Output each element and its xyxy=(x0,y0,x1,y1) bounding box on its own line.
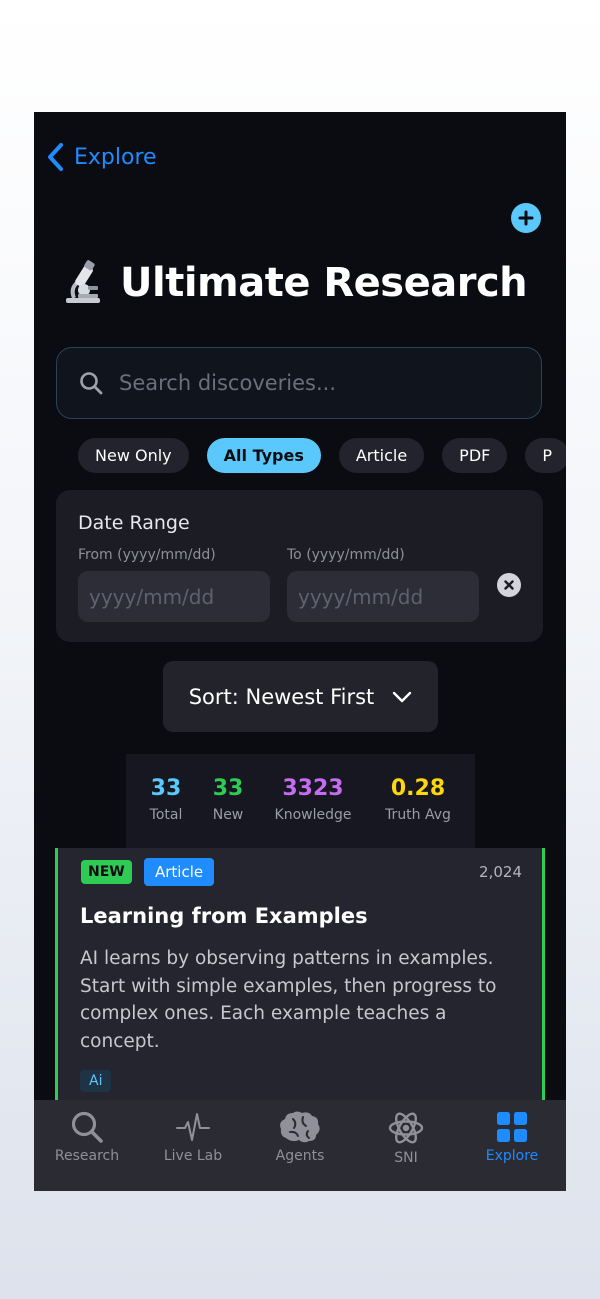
from-date-input[interactable] xyxy=(78,571,270,622)
filter-chip-partial[interactable]: P xyxy=(525,438,566,473)
filter-chips: New Only All Types Article PDF P xyxy=(78,438,566,474)
stat-new-value: 33 xyxy=(212,776,244,801)
tab-explore-label: Explore xyxy=(485,1148,539,1164)
plus-icon xyxy=(518,210,534,226)
stat-knowledge-label: Knowledge xyxy=(274,807,352,823)
tab-bar: Research Live Lab Agents SNI Explore xyxy=(34,1100,566,1191)
card-title: Learning from Examples xyxy=(80,904,368,928)
tab-live-lab-label: Live Lab xyxy=(163,1148,223,1164)
filter-chip-article[interactable]: Article xyxy=(338,438,425,473)
back-label: Explore xyxy=(74,144,157,170)
tab-research[interactable]: Research xyxy=(37,1110,137,1164)
stat-total-value: 33 xyxy=(150,776,182,801)
sort-dropdown[interactable]: Sort: Newest First xyxy=(163,661,438,732)
card-tag: Ai xyxy=(80,1070,112,1092)
app-screen: Explore Ultimate Research New Only All T… xyxy=(34,112,566,1191)
filter-chip-new-only[interactable]: New Only xyxy=(78,438,189,473)
chevron-down-icon xyxy=(393,691,412,702)
stat-total-label: Total xyxy=(149,807,183,823)
grid-icon xyxy=(497,1112,527,1142)
search-input[interactable] xyxy=(117,370,521,396)
microscope-icon xyxy=(66,260,100,303)
tab-research-label: Research xyxy=(54,1148,120,1164)
stat-truth-avg-label: Truth Avg xyxy=(385,807,451,823)
add-button[interactable] xyxy=(511,203,541,233)
new-badge: NEW xyxy=(81,860,132,884)
stat-knowledge: 3323 Knowledge xyxy=(275,776,352,823)
tab-agents-label: Agents xyxy=(275,1148,325,1164)
stat-truth-avg-value: 0.28 xyxy=(390,776,446,801)
stat-new: 33 New xyxy=(213,776,244,823)
type-badge: Article xyxy=(144,858,215,886)
tab-agents[interactable]: Agents xyxy=(250,1110,350,1164)
from-date-label: From (yyyy/mm/dd) xyxy=(78,547,216,563)
sort-label: Sort: Newest First xyxy=(188,684,375,709)
close-icon xyxy=(504,580,514,590)
stat-new-label: New xyxy=(212,807,244,823)
pulse-icon xyxy=(176,1113,210,1141)
filter-chip-pdf[interactable]: PDF xyxy=(442,438,508,473)
search-icon xyxy=(71,1111,103,1143)
tab-sni[interactable]: SNI xyxy=(356,1110,456,1166)
clear-dates-button[interactable] xyxy=(497,573,521,597)
brain-icon xyxy=(280,1111,320,1143)
date-range-title: Date Range xyxy=(78,512,190,534)
search-bar xyxy=(56,347,542,419)
card-description: AI learns by observing patterns in examp… xyxy=(80,948,497,1052)
discovery-card[interactable]: NEW Article 2,024 Learning from Examples… xyxy=(55,848,545,1108)
stat-truth-avg: 0.28 Truth Avg xyxy=(385,776,451,823)
to-date-input[interactable] xyxy=(287,571,479,622)
stat-total: 33 Total xyxy=(150,776,183,823)
atom-icon xyxy=(388,1112,424,1144)
tab-explore[interactable]: Explore xyxy=(462,1110,562,1164)
page-title: Ultimate Research xyxy=(60,260,528,306)
stats-panel: 33 Total 33 New 3323 Knowledge 0.28 Trut… xyxy=(126,754,475,862)
filter-chip-all-types[interactable]: All Types xyxy=(206,438,321,473)
tab-sni-label: SNI xyxy=(394,1150,418,1166)
back-button[interactable]: Explore xyxy=(46,142,157,172)
search-icon xyxy=(80,372,103,395)
chevron-left-icon xyxy=(48,143,63,171)
page-title-text: Ultimate Research xyxy=(120,260,528,306)
to-date-label: To (yyyy/mm/dd) xyxy=(287,547,405,563)
card-number: 2,024 xyxy=(479,863,522,881)
stat-knowledge-value: 3323 xyxy=(282,776,344,801)
date-range-card: Date Range From (yyyy/mm/dd) To (yyyy/mm… xyxy=(56,490,543,642)
tab-live-lab[interactable]: Live Lab xyxy=(143,1110,243,1164)
